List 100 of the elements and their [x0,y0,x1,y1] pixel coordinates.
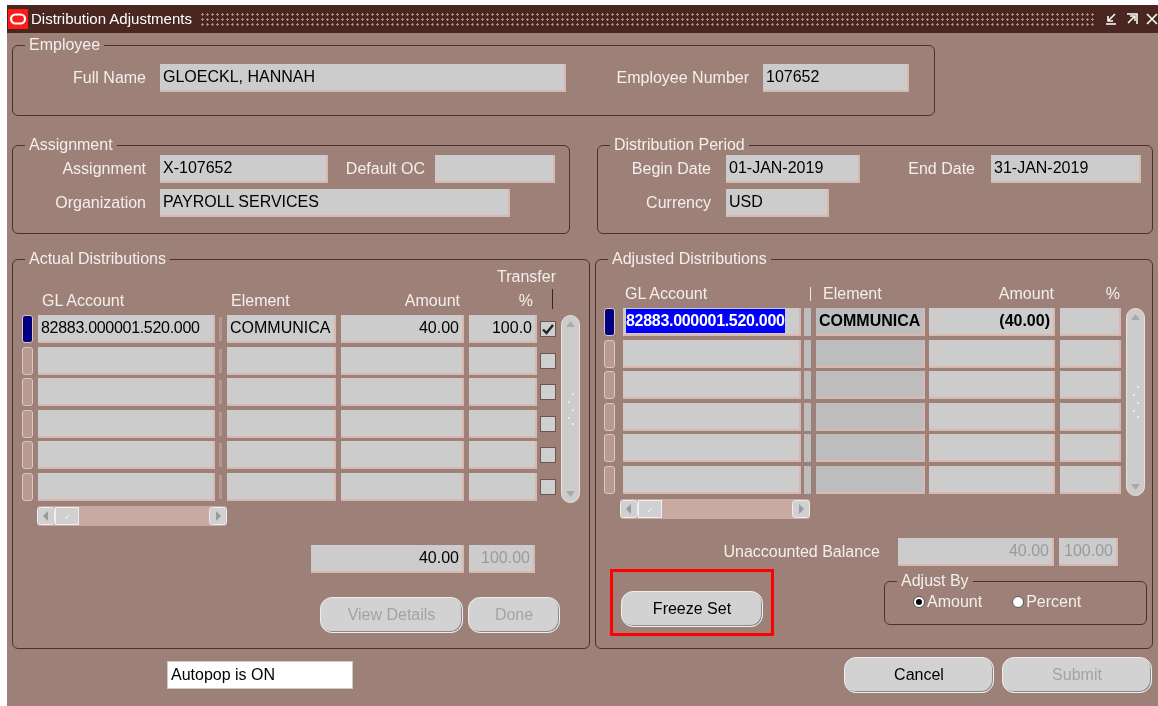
text-field[interactable] [227,409,336,438]
text-field[interactable] [623,434,801,462]
text-field[interactable]: USD [726,189,829,217]
cancel-button[interactable]: Cancel [844,657,994,693]
text-field[interactable] [341,441,464,469]
text-field[interactable] [341,346,464,375]
field-label: Assignment [62,159,146,179]
text-field[interactable] [816,339,925,368]
vertical-scrollbar[interactable] [561,315,580,503]
text-field[interactable]: 01-JAN-2019 [726,155,860,183]
text-field[interactable] [227,472,336,501]
field-label: Begin Date [631,159,711,179]
text-field[interactable] [227,346,336,375]
text-field[interactable] [341,472,464,501]
text-field[interactable]: 31-JAN-2019 [991,155,1141,183]
text-field[interactable] [929,434,1055,462]
text-field[interactable]: 107652 [763,64,909,92]
text-field[interactable] [816,465,925,494]
text-field[interactable] [435,155,555,183]
text-field[interactable]: PAYROLL SERVICES [160,189,510,217]
text-field[interactable]: X-107652 [160,155,328,183]
text-field[interactable] [341,378,464,406]
column-header: Amount [997,284,1055,304]
scroll-right-icon [209,507,227,525]
narrow-column-cell [804,308,811,336]
scroll-down-icon [1130,483,1141,491]
text-field[interactable]: COMMUNICA [816,308,925,336]
group-title: Assignment [28,136,114,154]
text-field[interactable] [816,402,925,431]
minimize-icon[interactable] [1104,12,1118,26]
column-header: GL Account [624,284,709,304]
text-field[interactable]: 40.00 [341,315,464,343]
text-field[interactable] [469,346,537,375]
text-field[interactable] [623,465,801,494]
scroll-thumb-icon [55,507,79,525]
column-header: Element [230,291,291,311]
column-header: GL Account [41,291,126,311]
text-field[interactable] [341,409,464,438]
transfer-checkbox[interactable] [540,447,556,463]
text-field[interactable] [929,339,1055,368]
grip-icon [1131,385,1140,419]
text-field[interactable]: 82883.000001.520.000 [623,308,801,336]
transfer-checkbox[interactable] [540,415,556,432]
row-indicator[interactable] [22,315,33,343]
narrow-column-cell [804,465,811,494]
text-field[interactable] [1060,371,1121,399]
text-field[interactable] [38,441,215,469]
group-title: Employee [28,36,102,54]
text-field[interactable] [929,371,1055,399]
text-field[interactable] [929,465,1055,494]
narrow-column-cell [804,371,811,399]
close-icon[interactable] [1146,13,1158,25]
scroll-down-icon [565,490,576,498]
text-field[interactable]: 82883.000001.520.000 [38,315,215,343]
field-label: End Date [908,159,975,179]
field-label: Organization [55,193,146,213]
text-field[interactable] [38,409,215,438]
vertical-scrollbar[interactable] [1126,308,1145,496]
freeze-set-button[interactable]: Freeze Set [621,591,763,627]
text-field[interactable] [1060,339,1121,368]
maximize-icon[interactable] [1125,12,1139,26]
text-field[interactable] [929,402,1055,431]
field-label: Employee Number [616,68,749,88]
row-indicator[interactable] [604,308,615,336]
text-field[interactable] [469,378,537,406]
text-field[interactable] [1060,402,1121,431]
transfer-checkbox[interactable] [540,321,556,337]
transfer-checkbox[interactable] [540,352,556,369]
field-label: Full Name [73,68,146,88]
scroll-up-icon [565,320,576,328]
radio-button[interactable] [1012,596,1025,608]
window-title: Distribution Adjustments [31,8,192,29]
text-field[interactable] [38,346,215,375]
text-field[interactable] [816,434,925,462]
text-field[interactable] [469,472,537,501]
text-field[interactable] [816,371,925,399]
column-header: Amount [403,291,461,311]
text-field[interactable] [623,402,801,431]
text-field[interactable] [623,371,801,399]
text-field[interactable]: COMMUNICA [227,315,336,343]
narrow-column-cell [804,339,811,368]
text-field[interactable] [623,339,801,368]
text-field[interactable] [227,441,336,469]
text-field[interactable]: GLOECKL, HANNAH [160,64,566,92]
horizontal-scrollbar[interactable] [37,506,227,526]
text-field[interactable] [227,378,336,406]
transfer-checkbox[interactable] [540,384,556,400]
text-field[interactable]: 40.00 [311,545,464,573]
text-field[interactable] [469,409,537,438]
text-field[interactable]: (40.00) [929,308,1055,336]
text-field[interactable] [1060,465,1121,494]
text-field[interactable] [1060,308,1121,336]
text-field[interactable] [469,441,537,469]
text-field[interactable] [1060,434,1121,462]
text-field[interactable] [38,378,215,406]
horizontal-scrollbar[interactable] [620,499,810,519]
text-field[interactable]: 100.0 [469,315,537,343]
text-field[interactable] [38,472,215,501]
transfer-checkbox[interactable] [540,478,556,495]
radio-button[interactable] [913,596,925,608]
